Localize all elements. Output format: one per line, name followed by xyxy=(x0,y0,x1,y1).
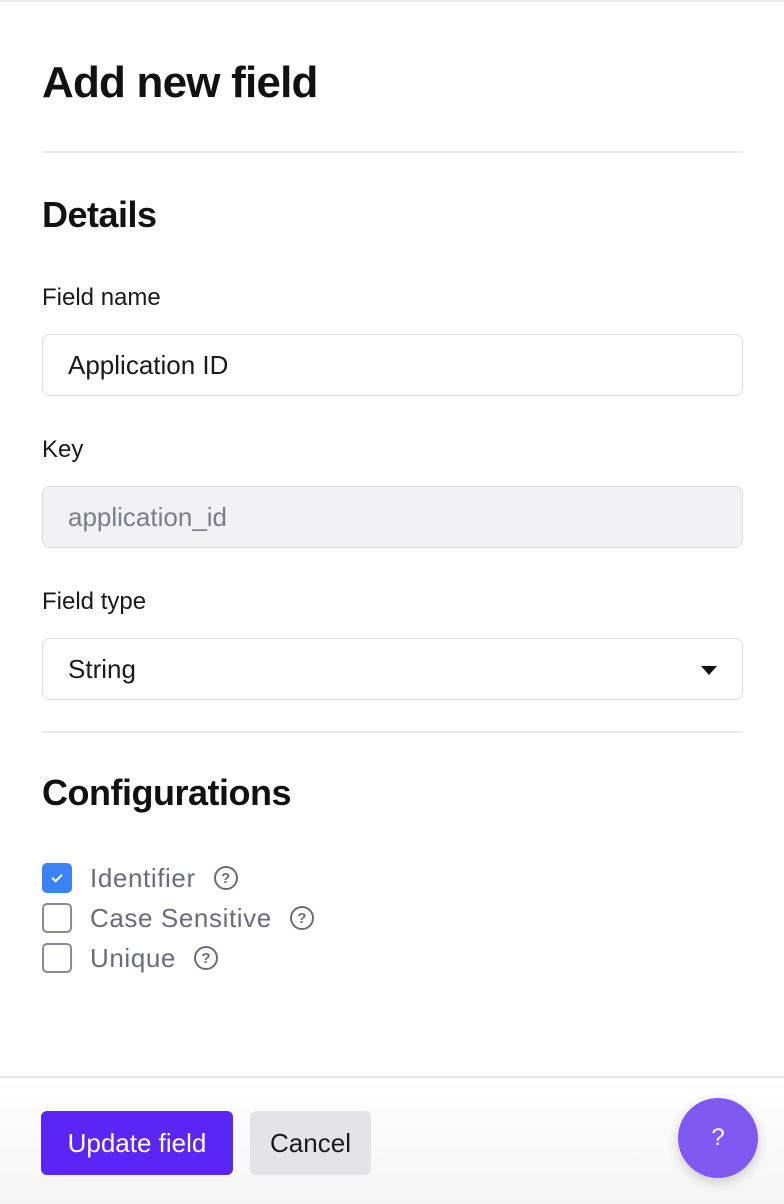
key-label: Key xyxy=(42,436,84,463)
case-sensitive-label: Case Sensitive xyxy=(90,902,272,933)
key-value: application_id xyxy=(68,501,228,532)
help-circle-icon[interactable]: ? xyxy=(289,906,314,930)
section-divider xyxy=(42,731,743,733)
configurations-heading: Configurations xyxy=(42,772,291,813)
top-border xyxy=(0,0,784,2)
checkmark-icon xyxy=(51,870,63,883)
case-sensitive-checkbox[interactable] xyxy=(42,903,72,933)
option-case-sensitive[interactable]: Case Sensitive ? xyxy=(42,901,314,935)
field-name-label: Field name xyxy=(42,284,161,311)
field-name-value: Application ID xyxy=(68,349,229,380)
question-mark-icon: ? xyxy=(711,1124,725,1151)
field-type-value: String xyxy=(68,653,136,684)
identifier-label: Identifier xyxy=(90,862,196,893)
unique-checkbox[interactable] xyxy=(42,943,72,973)
field-type-select[interactable]: String xyxy=(42,638,743,700)
field-type-label: Field type xyxy=(42,588,147,615)
option-unique[interactable]: Unique ? xyxy=(42,941,218,975)
caret-down-icon xyxy=(701,666,717,675)
field-name-input[interactable]: Application ID xyxy=(42,334,743,396)
help-circle-icon[interactable]: ? xyxy=(194,946,218,970)
page-title: Add new field xyxy=(42,58,318,107)
identifier-checkbox[interactable] xyxy=(42,863,72,893)
unique-label: Unique xyxy=(90,942,176,973)
key-input: application_id xyxy=(42,486,743,548)
option-identifier[interactable]: Identifier ? xyxy=(42,861,238,895)
help-circle-icon[interactable]: ? xyxy=(213,866,238,890)
update-field-button[interactable]: Update field xyxy=(41,1111,233,1175)
details-heading: Details xyxy=(42,194,157,235)
form-footer: Update field Cancel xyxy=(0,1076,784,1204)
help-fab-button[interactable]: ? xyxy=(678,1098,758,1178)
cancel-button[interactable]: Cancel xyxy=(250,1111,371,1175)
title-divider xyxy=(42,151,743,153)
